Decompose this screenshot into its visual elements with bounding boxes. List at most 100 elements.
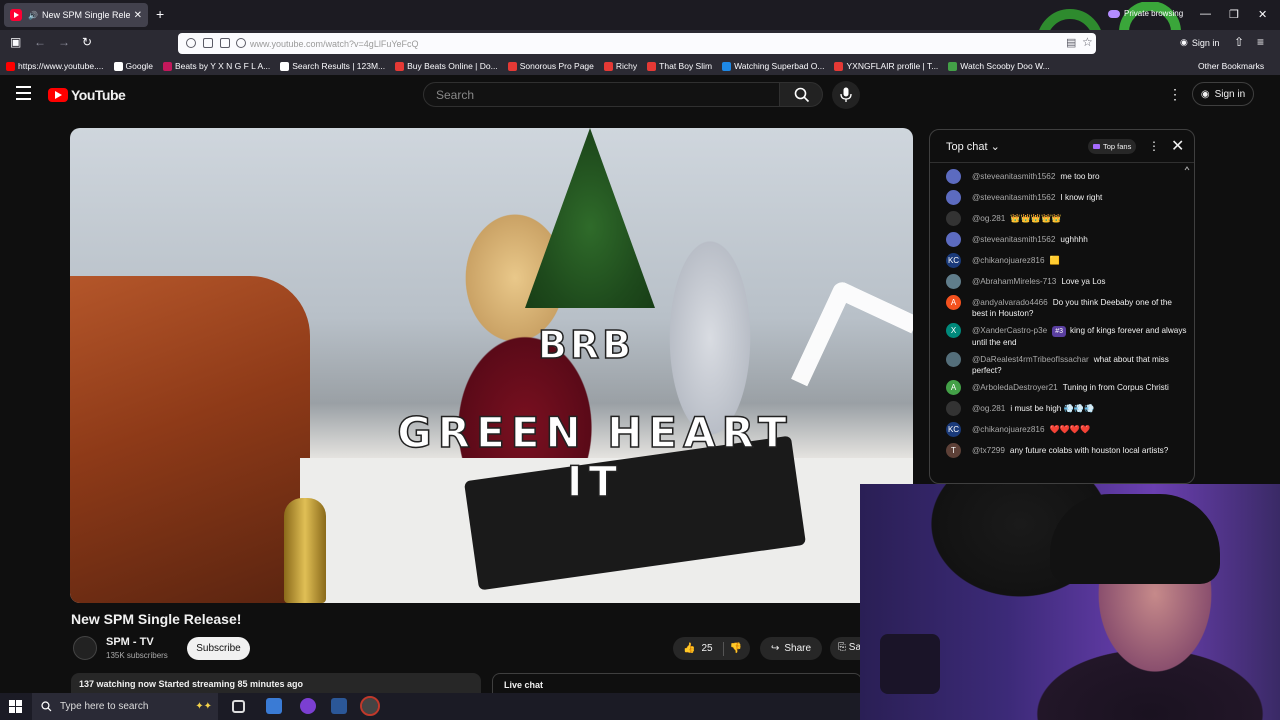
youtube-favicon-icon xyxy=(10,9,22,21)
chat-message[interactable]: A @ArboledaDestroyer21 Tuning in from Corp… xyxy=(930,378,1194,399)
share-button[interactable]: ↪ Share xyxy=(760,637,822,660)
app-menu-icon[interactable]: ≡ xyxy=(1257,35,1264,49)
chat-message[interactable]: A @andyalvarado4466 Do you think Deebaby o… xyxy=(930,293,1194,321)
bookmark-label: https://www.youtube.... xyxy=(18,61,104,71)
browser-account-button[interactable]: ◉ Sign in xyxy=(1180,37,1219,48)
channel-avatar[interactable] xyxy=(73,636,97,660)
bookmark-item[interactable]: Buy Beats Online | Do... xyxy=(395,61,498,71)
chat-message[interactable]: @steveanitasmith1562 I know right xyxy=(930,188,1194,209)
signin-button[interactable]: ◉ Sign in xyxy=(1192,82,1254,106)
chat-author: @tx7299 xyxy=(972,446,1005,455)
chat-message[interactable]: @AbrahamMireles-713 Love ya Los xyxy=(930,272,1194,293)
channel-name[interactable]: SPM - TV xyxy=(106,636,154,648)
forward-icon[interactable]: → xyxy=(58,35,70,49)
chat-scrollbar[interactable] xyxy=(1184,166,1190,484)
youtube-play-icon xyxy=(48,88,68,102)
private-mask-icon xyxy=(1108,9,1120,18)
bookmark-item[interactable]: Watch Scooby Doo W... xyxy=(948,61,1050,71)
chat-mode-dropdown[interactable]: Top chat ⌄ xyxy=(946,140,1000,153)
chat-message[interactable]: @steveanitasmith1562 ughhhh xyxy=(930,230,1194,251)
windows-start-icon[interactable] xyxy=(9,700,22,713)
video-title: New SPM Single Release! xyxy=(71,611,242,627)
bookmark-item[interactable]: That Boy Slim xyxy=(647,61,712,71)
more-options-icon[interactable]: ⋮ xyxy=(1168,86,1182,103)
signin-label: Sign in xyxy=(1214,88,1246,100)
bookmark-star-icon[interactable]: ☆ xyxy=(1082,35,1093,49)
bookmark-item[interactable]: YXNGFLAIR profile | T... xyxy=(834,61,938,71)
bookmark-favicon-icon xyxy=(6,61,15,71)
private-browsing-indicator: Private browsing xyxy=(1108,9,1183,18)
back-icon[interactable]: ← xyxy=(34,35,46,49)
chat-title: Top chat xyxy=(946,141,988,153)
sparkle-icon: ✦✦ xyxy=(195,701,212,712)
chat-message[interactable]: @og.281 i must be high 💨💨💨 xyxy=(930,399,1194,420)
search-button[interactable] xyxy=(779,82,823,107)
like-button[interactable]: 👍 25 xyxy=(683,643,713,654)
chat-author: @steveanitasmith1562 xyxy=(972,172,1056,181)
chat-message[interactable]: @DaRealest4rmTribeofIssachar what about t… xyxy=(930,350,1194,378)
chat-message[interactable]: KC @chikanojuarez816 🟨 xyxy=(930,251,1194,272)
reader-view-icon[interactable]: ▤ xyxy=(1066,36,1076,49)
sidebar-toggle-icon[interactable]: ▣ xyxy=(10,35,21,49)
top-fans-button[interactable]: Top fans xyxy=(1088,139,1137,154)
chat-message[interactable]: KC @chikanojuarez816 ❤️❤️❤️❤️ xyxy=(930,420,1194,441)
chat-message[interactable]: T @tx7299 any future colabs with houston l… xyxy=(930,441,1194,462)
browser-tab[interactable]: 🔊 New SPM Single Release! ✕ xyxy=(4,3,148,27)
bookmark-item[interactable]: Search Results | 123M... xyxy=(280,61,385,71)
active-app-icon[interactable] xyxy=(360,696,380,716)
chat-close-icon[interactable]: ✕ xyxy=(1171,136,1184,156)
bookmark-label: YXNGFLAIR profile | T... xyxy=(846,61,939,71)
chat-author: @chikanojuarez816 xyxy=(972,256,1045,265)
new-tab-button[interactable]: + xyxy=(156,6,164,22)
store-icon[interactable] xyxy=(266,698,282,714)
live-chat-panel: Top chat ⌄ Top fans ⋮ ✕ @steveanitasmith… xyxy=(929,129,1195,484)
chat-avatar: A xyxy=(946,295,961,310)
voice-search-button[interactable] xyxy=(832,81,860,109)
bookmark-item[interactable]: Richy xyxy=(603,61,637,71)
video-player[interactable]: BRB GREEN HEART IT xyxy=(70,128,913,603)
dislike-button[interactable]: 👎 xyxy=(730,643,742,654)
bookmark-favicon-icon xyxy=(280,61,290,71)
chat-text: i must be high 💨💨💨 xyxy=(1010,404,1095,413)
bookmark-item[interactable]: Beats by Y X N G F L A... xyxy=(162,61,270,71)
minimize-button[interactable]: — xyxy=(1200,8,1211,20)
webcam-overlay xyxy=(860,484,1280,720)
chat-text: Tuning in from Corpus Christi xyxy=(1062,383,1169,392)
bookmark-item[interactable]: Watching Superbad O... xyxy=(722,61,824,71)
chat-author: @steveanitasmith1562 xyxy=(972,193,1056,202)
bookmark-item[interactable]: Sonorous Pro Page xyxy=(507,61,594,71)
bookmark-label: Search Results | 123M... xyxy=(292,61,386,71)
task-view-icon[interactable] xyxy=(232,700,245,713)
chat-more-icon[interactable]: ⋮ xyxy=(1148,139,1160,153)
app-window-icon[interactable] xyxy=(331,698,347,714)
chat-avatar: KC xyxy=(946,422,961,437)
bookmark-item[interactable]: Google xyxy=(113,61,153,71)
search-icon xyxy=(794,87,810,103)
chat-text: I know right xyxy=(1060,193,1103,202)
overlay-brb-text: BRB xyxy=(537,322,635,368)
taskbar-search-input[interactable]: Type here to search ✦✦ xyxy=(32,693,218,720)
other-bookmarks[interactable]: Other Bookmarks xyxy=(1198,61,1264,71)
chat-avatar xyxy=(946,232,961,247)
chat-header: Top chat ⌄ Top fans ⋮ ✕ xyxy=(930,130,1194,163)
close-window-button[interactable]: ✕ xyxy=(1258,8,1267,21)
taskbar-search-placeholder: Type here to search xyxy=(60,701,149,712)
youtube-logo[interactable]: YouTube xyxy=(48,87,126,103)
chat-message[interactable]: @og.281 👑👑👑👑👑 xyxy=(930,209,1194,230)
search-input[interactable]: Search xyxy=(423,82,780,107)
reload-icon[interactable]: ↻ xyxy=(82,35,92,49)
shield-icon xyxy=(186,38,196,48)
bookmarks-toolbar: https://www.youtube.... Google Beats by Y … xyxy=(0,57,1280,75)
maximize-button[interactable]: ❐ xyxy=(1229,8,1239,21)
extensions-icon[interactable]: ⇧ xyxy=(1234,35,1244,49)
chat-message[interactable]: X @XanderCastro-p3e #3 king of kings foreve… xyxy=(930,321,1194,350)
subscribe-button[interactable]: Subscribe xyxy=(187,637,250,660)
close-tab-icon[interactable]: ✕ xyxy=(134,10,142,21)
chat-message[interactable]: @steveanitasmith1562 me too bro xyxy=(930,167,1194,188)
tracking-icon xyxy=(236,38,246,48)
firefox-private-icon[interactable] xyxy=(300,698,316,714)
hamburger-menu-icon[interactable] xyxy=(16,86,31,104)
bookmark-item[interactable]: https://www.youtube.... xyxy=(6,61,104,71)
address-bar[interactable]: www.youtube.com/watch?v=4gLlFuYeFcQ ▤ ☆ xyxy=(178,33,1096,54)
chat-author: @ArboledaDestroyer21 xyxy=(972,383,1058,392)
